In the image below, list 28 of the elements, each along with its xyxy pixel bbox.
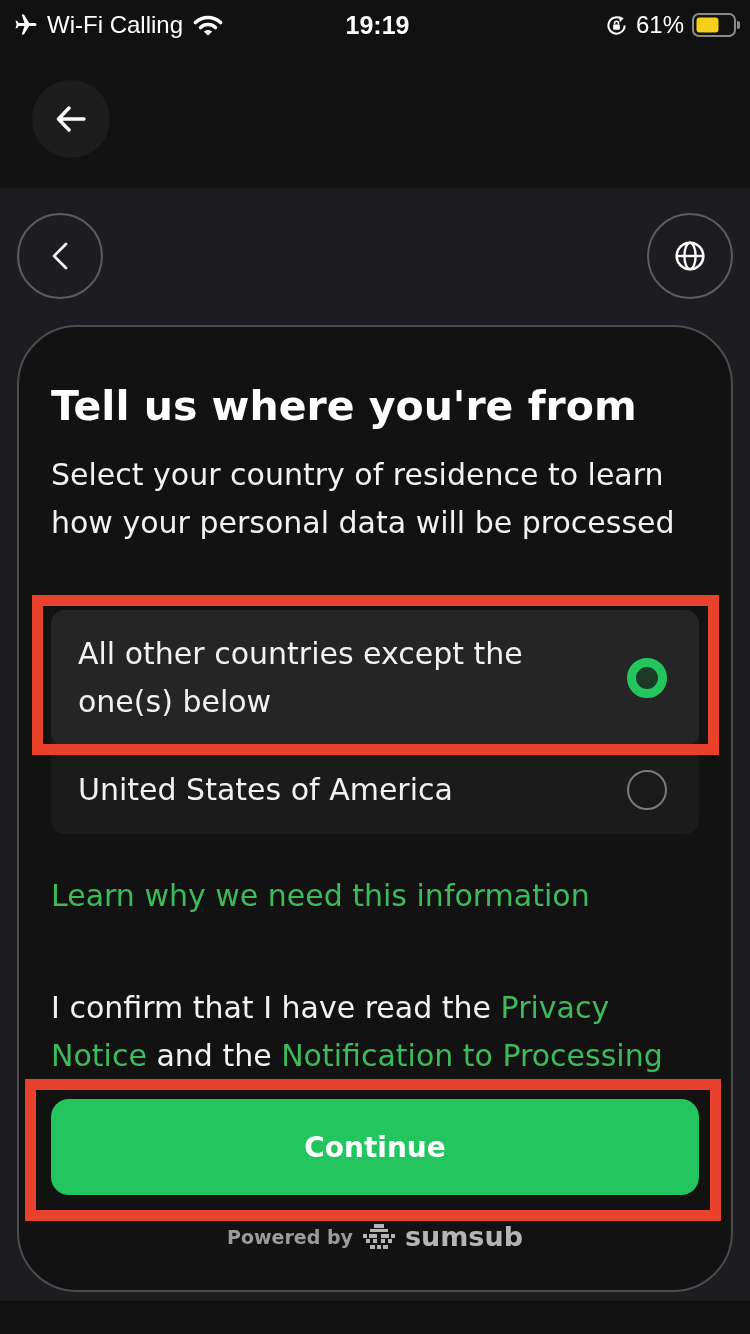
wifi-icon bbox=[193, 14, 223, 36]
radio-button[interactable] bbox=[627, 658, 667, 698]
chevron-left-icon bbox=[52, 242, 68, 270]
rotation-lock-icon bbox=[604, 13, 628, 37]
country-name: United States of America bbox=[78, 771, 453, 809]
consent-text: I confirm that I have read the Privacy Notice and the Notification to Processing bbox=[51, 989, 664, 1075]
clock-time: 19:19 bbox=[345, 10, 410, 40]
country-option[interactable]: All other countries except the one(s) below bbox=[51, 610, 699, 746]
battery-icon bbox=[692, 13, 740, 37]
policy-link[interactable]: Notice bbox=[51, 1038, 147, 1073]
airplane-icon bbox=[15, 14, 37, 36]
arrow-left-icon bbox=[56, 106, 86, 132]
learn-more-link[interactable]: Learn why we need this information bbox=[51, 872, 590, 920]
language-button[interactable] bbox=[647, 213, 733, 299]
brand-name: sumsub bbox=[404, 1221, 523, 1252]
page-title: Tell us where you're from bbox=[51, 381, 638, 431]
pixel-logo-icon bbox=[362, 1223, 395, 1250]
carrier-text: Wi-Fi Calling bbox=[47, 11, 183, 39]
powered-by-text: Powered by bbox=[227, 1225, 353, 1248]
radio-button[interactable] bbox=[627, 770, 667, 810]
subtitle-text: Select your country of residence to learn how your personal data will be processed bbox=[51, 456, 676, 542]
country-option[interactable]: United States of America bbox=[51, 746, 699, 834]
step-back-button[interactable] bbox=[17, 213, 103, 299]
policy-link[interactable]: Notification to Processing bbox=[281, 1038, 663, 1073]
battery-percentage: 61% bbox=[635, 11, 684, 39]
country-name: All other countries except the one(s) below bbox=[78, 635, 524, 721]
globe-icon bbox=[675, 241, 705, 271]
policy-link[interactable]: Privacy bbox=[500, 990, 610, 1025]
